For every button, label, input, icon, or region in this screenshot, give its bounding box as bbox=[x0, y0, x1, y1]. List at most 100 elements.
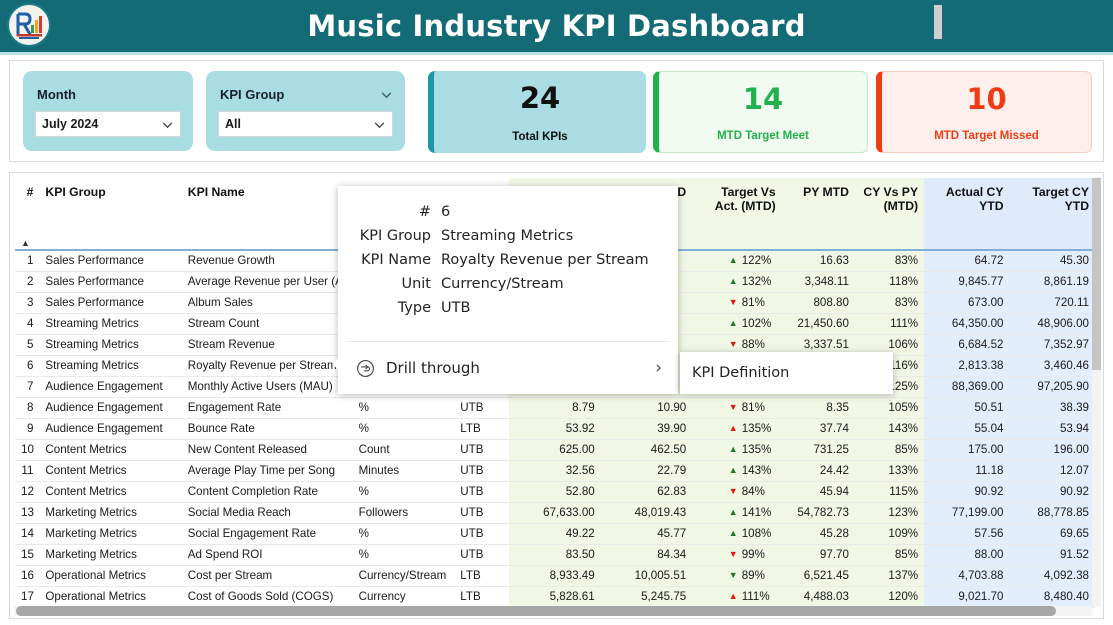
drill-through-label: Drill through bbox=[386, 359, 480, 377]
kpi-detail-tooltip: #6 KPI Group Streaming Metrics KPI Name Roya… bbox=[338, 186, 678, 394]
cell-num: 5 bbox=[15, 334, 40, 356]
cell-num: 15 bbox=[15, 544, 40, 566]
cell-cy_vs_py: 120% bbox=[854, 586, 925, 608]
kpi-card-target-meet-value: 14 bbox=[742, 82, 784, 116]
trend-down-icon: ▼ bbox=[728, 402, 738, 412]
table-row[interactable]: 8 Audience Engagement Engagement Rate% UTB 8… bbox=[15, 397, 1095, 419]
kpi-card-total[interactable]: 24 Total KPIs bbox=[428, 71, 646, 153]
cell-tva-value: 132% bbox=[741, 275, 772, 288]
cell-target_ytd: 4,092.38 bbox=[1009, 565, 1095, 587]
cell-py_mtd: 8.35 bbox=[781, 397, 855, 419]
cell-target_ytd: 90.92 bbox=[1009, 481, 1095, 503]
kpi-card-target-missed[interactable]: 10 MTD Target Missed bbox=[876, 71, 1092, 153]
cell-tva-value: 122% bbox=[741, 254, 772, 268]
table-horizontal-scroll-thumb[interactable] bbox=[16, 606, 1056, 616]
cell-target_ytd: 97,205.90 bbox=[1009, 376, 1095, 398]
cell-name: Ad Spend ROI bbox=[181, 544, 353, 566]
sort-ascending-icon[interactable]: ▲ bbox=[21, 238, 30, 248]
column-header-name[interactable]: KPI Name bbox=[181, 178, 353, 236]
table-vertical-scroll-thumb[interactable] bbox=[1092, 178, 1101, 370]
tooltip-field-row: Unit Currency/Stream bbox=[338, 276, 678, 292]
cell-actual_mtd: 32.56 bbox=[509, 460, 601, 482]
cell-unit: Followers bbox=[352, 502, 455, 524]
cell-tva-value: 81% bbox=[741, 296, 765, 309]
cell-unit: % bbox=[352, 481, 455, 503]
cell-name: Cost per Stream bbox=[181, 565, 353, 587]
cell-unit: % bbox=[352, 523, 455, 545]
cell-tva_mtd: ▲ 135% bbox=[692, 439, 782, 461]
cell-actual_mtd: 5,828.61 bbox=[509, 586, 601, 608]
cell-num: 8 bbox=[15, 397, 40, 419]
cell-type: UTB bbox=[454, 397, 510, 419]
cell-actual_ytd: 90.92 bbox=[924, 481, 1010, 503]
cell-actual_ytd: 4,703.88 bbox=[924, 565, 1010, 587]
chevron-down-icon[interactable] bbox=[380, 88, 393, 101]
slicer-month-dropdown[interactable]: July 2024 bbox=[35, 111, 181, 137]
tooltip-field-key: Type bbox=[397, 300, 431, 316]
cell-type: LTB bbox=[454, 565, 510, 587]
slicer-month[interactable]: Month July 2024 bbox=[23, 71, 193, 151]
cell-target_ytd: 12.07 bbox=[1009, 460, 1095, 482]
cell-group: Content Metrics bbox=[39, 481, 182, 503]
table-row[interactable]: 10 Content Metrics New Content Released Cou… bbox=[15, 439, 1095, 461]
cell-cy_vs_py: 83% bbox=[854, 292, 925, 314]
cell-tva-value: 135% bbox=[741, 443, 772, 456]
slicer-kpi-group-dropdown[interactable]: All bbox=[218, 111, 393, 137]
table-vertical-scrollbar[interactable] bbox=[1092, 177, 1101, 607]
cell-num: 1 bbox=[15, 250, 40, 272]
table-row[interactable]: 14 Marketing Metrics Social Engagement Rat… bbox=[15, 523, 1095, 545]
column-header-target_ytd[interactable]: Target CY YTD bbox=[1009, 178, 1095, 236]
cell-name: Stream Revenue bbox=[181, 334, 353, 356]
trend-down-icon: ▼ bbox=[728, 339, 738, 349]
trend-down-icon: ▼ bbox=[728, 570, 738, 580]
table-horizontal-scrollbar[interactable] bbox=[14, 606, 1092, 616]
table-row[interactable]: 17 Operational Metrics Cost of Goods Sold … bbox=[15, 586, 1095, 608]
chevron-down-icon bbox=[162, 121, 173, 128]
cell-tva-value: 88% bbox=[741, 338, 765, 351]
column-header-tva_mtd[interactable]: Target Vs Act. (MTD) bbox=[692, 178, 782, 236]
cell-cy_vs_py: 137% bbox=[854, 565, 925, 587]
cell-actual_mtd: 83.50 bbox=[509, 544, 601, 566]
cell-tva_mtd: ▲ 141% bbox=[692, 502, 782, 524]
cell-py_mtd: 6,521.45 bbox=[781, 565, 855, 587]
cell-group: Content Metrics bbox=[39, 460, 182, 482]
sort-cell-tva_mtd bbox=[692, 236, 782, 251]
slicer-kpi-group[interactable]: KPI Group All bbox=[206, 71, 405, 151]
cell-num: 6 bbox=[15, 355, 40, 377]
brand-logo bbox=[7, 3, 51, 47]
table-row[interactable]: 15 Marketing Metrics Ad Spend ROI% UTB 83.50… bbox=[15, 544, 1095, 566]
table-row[interactable]: 13 Marketing Metrics Social Media Reach Fol… bbox=[15, 502, 1095, 524]
column-header-cy_vs_py[interactable]: CY Vs PY (MTD) bbox=[854, 178, 925, 236]
kpi-card-target-meet[interactable]: 14 MTD Target Meet bbox=[653, 71, 868, 153]
tooltip-field-row: #6 bbox=[338, 204, 678, 220]
cell-num: 3 bbox=[15, 292, 40, 314]
cell-target_ytd: 45.30 bbox=[1009, 250, 1095, 272]
cell-group: Audience Engagement bbox=[39, 376, 182, 398]
table-row[interactable]: 12 Content Metrics Content Completion Rate… bbox=[15, 481, 1095, 503]
cell-name: Album Sales bbox=[181, 292, 353, 314]
cell-actual_ytd: 11.18 bbox=[924, 460, 1010, 482]
drill-through-submenu[interactable]: KPI Definition bbox=[680, 352, 893, 394]
column-header-num[interactable]: # bbox=[15, 178, 40, 236]
logo-icon bbox=[10, 6, 48, 44]
cell-tva-value: 143% bbox=[741, 464, 772, 477]
cell-tva-value: 102% bbox=[741, 317, 772, 330]
table-row[interactable]: 9 Audience Engagement Bounce Rate% LTB 53.92… bbox=[15, 418, 1095, 440]
cell-py_mtd: 24.42 bbox=[781, 460, 855, 482]
table-row[interactable]: 16 Operational Metrics Cost per Stream Curr… bbox=[15, 565, 1095, 587]
table-row[interactable]: 11 Content Metrics Average Play Time per S… bbox=[15, 460, 1095, 482]
drill-through-menu-item[interactable]: Drill through › bbox=[338, 342, 678, 394]
tooltip-field-value: Royalty Revenue per Stream bbox=[441, 252, 649, 268]
cell-num: 7 bbox=[15, 376, 40, 398]
tooltip-field-row: Type UTB bbox=[338, 300, 678, 316]
cell-target_ytd: 53.94 bbox=[1009, 418, 1095, 440]
submenu-item-kpi-definition[interactable]: KPI Definition bbox=[692, 365, 789, 381]
slicer-month-value: July 2024 bbox=[42, 117, 99, 131]
column-header-actual_ytd[interactable]: Actual CY YTD bbox=[924, 178, 1010, 236]
trend-down-icon: ▼ bbox=[728, 549, 738, 559]
sort-cell-target_ytd bbox=[1009, 236, 1095, 251]
trend-up-icon: ▲ bbox=[728, 528, 738, 538]
column-header-group[interactable]: KPI Group bbox=[39, 178, 182, 236]
sort-cell-cy_vs_py bbox=[854, 236, 925, 251]
column-header-py_mtd[interactable]: PY MTD bbox=[781, 178, 855, 236]
